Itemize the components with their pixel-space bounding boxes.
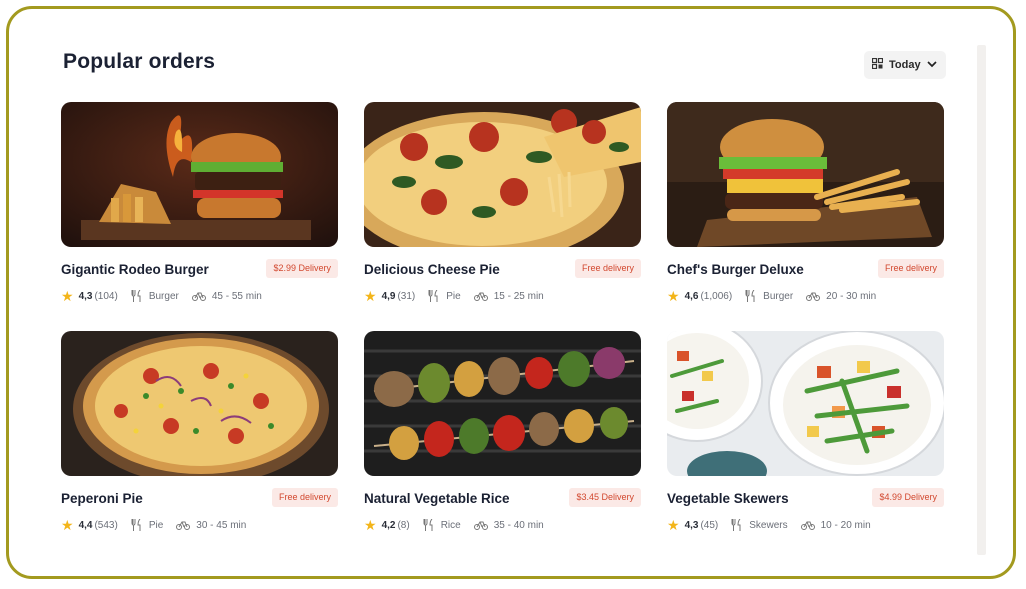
star-icon: ★ (667, 517, 680, 533)
bicycle-icon (800, 520, 815, 530)
category-label: Rice (440, 519, 461, 531)
item-name[interactable]: Natural Vegetable Rice (364, 491, 510, 506)
star-icon: ★ (364, 288, 377, 304)
item-meta: ★ 4,9 (31) Pie 15 - 25 min (364, 289, 544, 303)
review-count: (104) (94, 290, 118, 302)
bicycle-icon (806, 291, 821, 301)
review-count: (1,006) (700, 290, 733, 302)
category-label: Burger (148, 290, 179, 302)
item-name[interactable]: Chef's Burger Deluxe (667, 262, 804, 277)
chevron-down-icon (926, 59, 937, 71)
delivery-time: 20 - 30 min (826, 290, 877, 302)
rating-value: 4,3 (78, 290, 93, 302)
item-meta: ★ 4,4 (543) Pie 30 - 45 min (61, 518, 246, 532)
order-card[interactable]: Gigantic Rodeo Burger $2.99 Delivery ★ 4… (61, 102, 338, 312)
bicycle-icon (191, 291, 206, 301)
review-count: (45) (700, 519, 719, 531)
fork-knife-icon (131, 290, 143, 302)
item-name[interactable]: Gigantic Rodeo Burger (61, 262, 209, 277)
date-filter-dropdown[interactable]: Today (864, 51, 946, 79)
fork-knife-icon (131, 519, 143, 531)
delivery-badge: $3.45 Delivery (569, 488, 641, 507)
delivery-time: 10 - 20 min (820, 519, 871, 531)
star-icon: ★ (61, 517, 74, 533)
delivery-time: 35 - 40 min (493, 519, 544, 531)
item-meta: ★ 4,6 (1,006) Burger 20 - 30 min (667, 289, 876, 303)
rating-value: 4,6 (684, 290, 699, 302)
food-image[interactable] (667, 331, 944, 476)
food-image[interactable] (364, 331, 641, 476)
delivery-badge: Free delivery (574, 259, 641, 278)
fork-knife-icon (423, 519, 435, 531)
category-label: Pie (446, 290, 461, 302)
item-name[interactable]: Delicious Cheese Pie (364, 262, 500, 277)
fork-knife-icon (428, 290, 440, 302)
rating-value: 4,3 (684, 519, 699, 531)
item-meta: ★ 4,2 (8) Rice 35 - 40 min (364, 518, 544, 532)
grid-icon (871, 57, 884, 72)
review-count: (8) (397, 519, 410, 531)
food-image[interactable] (364, 102, 641, 247)
food-image[interactable] (667, 102, 944, 247)
item-meta: ★ 4,3 (45) Skewers 10 - 20 min (667, 518, 871, 532)
item-name[interactable]: Peperoni Pie (61, 491, 143, 506)
fork-knife-icon (745, 290, 757, 302)
item-meta: ★ 4,3 (104) Burger 45 - 55 min (61, 289, 262, 303)
delivery-badge: Free delivery (271, 488, 338, 507)
star-icon: ★ (61, 288, 74, 304)
star-icon: ★ (667, 288, 680, 304)
star-icon: ★ (364, 517, 377, 533)
review-count: (31) (397, 290, 416, 302)
delivery-badge: $2.99 Delivery (266, 259, 338, 278)
app-frame: Popular orders Today Gigantic Rodeo Burg… (6, 6, 1016, 579)
rating-value: 4,4 (78, 519, 93, 531)
category-label: Burger (763, 290, 794, 302)
order-card[interactable]: Delicious Cheese Pie Free delivery ★ 4,9… (364, 102, 641, 312)
fork-knife-icon (731, 519, 743, 531)
food-image[interactable] (61, 102, 338, 247)
category-label: Pie (148, 519, 164, 531)
bicycle-icon (176, 520, 191, 530)
rating-value: 4,9 (381, 290, 396, 302)
scrollbar[interactable] (977, 45, 986, 555)
order-card[interactable]: Chef's Burger Deluxe Free delivery ★ 4,6… (667, 102, 944, 312)
delivery-time: 15 - 25 min (493, 290, 544, 302)
rating-value: 4,2 (381, 519, 396, 531)
food-image[interactable] (61, 331, 338, 476)
order-card[interactable]: Vegetable Skewers $4.99 Delivery ★ 4,3 (… (667, 331, 944, 541)
bicycle-icon (473, 291, 488, 301)
page-title: Popular orders (63, 50, 216, 73)
order-card[interactable]: Peperoni Pie Free delivery ★ 4,4 (543) P… (61, 331, 338, 541)
order-card[interactable]: Natural Vegetable Rice $3.45 Delivery ★ … (364, 331, 641, 541)
item-name[interactable]: Vegetable Skewers (667, 491, 789, 506)
date-filter-label: Today (889, 59, 921, 71)
delivery-time: 45 - 55 min (211, 290, 262, 302)
category-label: Skewers (749, 519, 788, 531)
delivery-time: 30 - 45 min (196, 519, 247, 531)
review-count: (543) (94, 519, 118, 531)
delivery-badge: Free delivery (877, 259, 944, 278)
bicycle-icon (473, 520, 488, 530)
delivery-badge: $4.99 Delivery (872, 488, 944, 507)
